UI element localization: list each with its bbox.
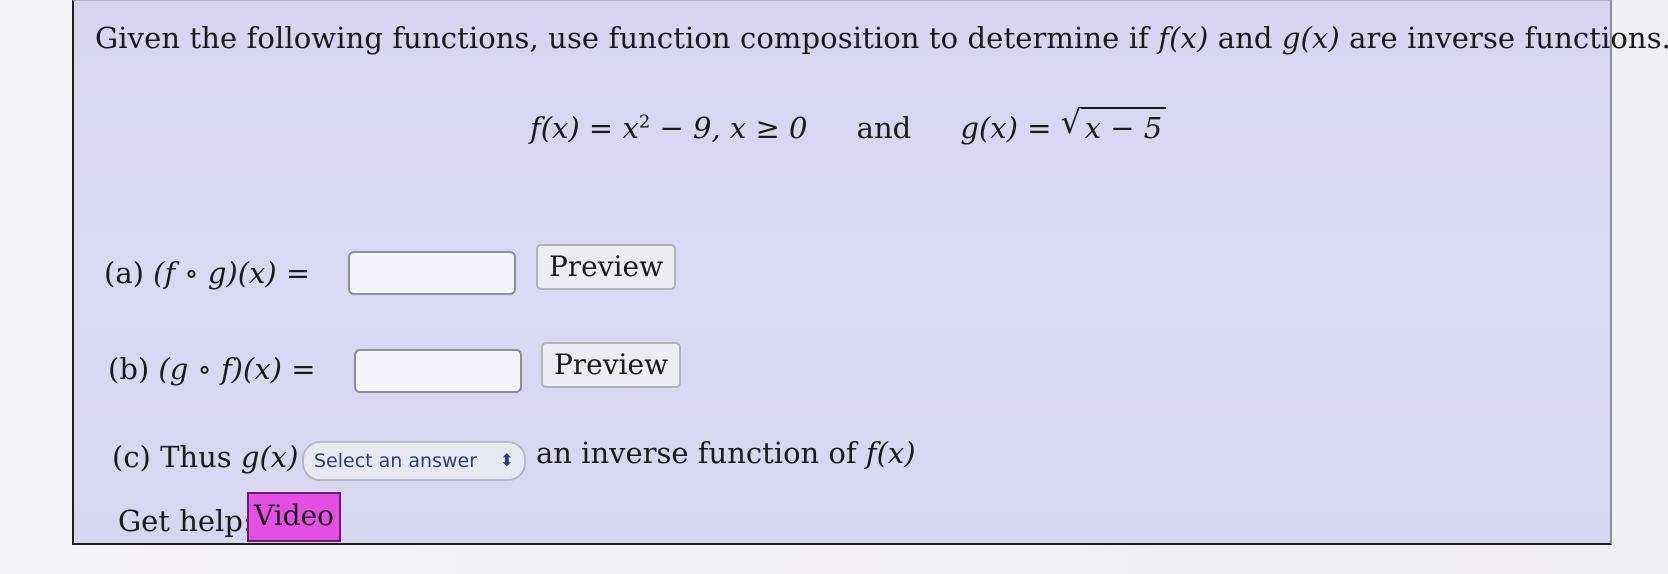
part-b-label: (b) (g ∘ f)(x) = [108, 352, 316, 386]
part-c-expr: g(x) [240, 440, 299, 474]
preview-button-b[interactable]: Preview [541, 342, 681, 388]
part-a-prefix: (a) [104, 256, 154, 290]
part-c-after-text: an inverse function of [536, 436, 866, 470]
page: Given the following functions, use funct… [0, 0, 1668, 574]
f-definition-rest: − 9, x ≥ 0 [650, 111, 808, 145]
g-radicand: x − 5 [1080, 107, 1167, 145]
square-root: √ x − 5 [1061, 103, 1167, 145]
video-help-button[interactable]: Video [247, 492, 341, 542]
and-word: and [856, 111, 912, 145]
part-c-prefix: (c) Thus [112, 440, 241, 474]
question-text-part: Given the following functions, use funct… [95, 21, 1159, 55]
select-value: Select an answer [314, 450, 478, 472]
part-c-after: an inverse function of f(x) [536, 436, 916, 470]
g-definition: g(x) = [960, 111, 1061, 145]
question-text-part: and [1208, 21, 1282, 55]
f-exponent: 2 [638, 111, 651, 133]
part-b-expr: (g ∘ f)(x) [158, 352, 282, 386]
answer-input-a[interactable] [348, 251, 516, 295]
question-text-part: are inverse functions. [1339, 21, 1668, 55]
part-a-equals: = [276, 256, 311, 290]
get-help-label: Get help: [118, 504, 253, 538]
f-definition: f(x) = x [530, 111, 639, 145]
function-definitions: f(x) = x2 − 9, x ≥ 0 and g(x) = √ x − 5 [530, 103, 1167, 145]
part-a-label: (a) (f ∘ g)(x) = [104, 256, 310, 290]
answer-input-b[interactable] [354, 349, 522, 393]
part-a-expr: (f ∘ g)(x) [153, 256, 277, 290]
part-b-equals: = [281, 352, 316, 386]
chevron-updown-icon: ⬍ [499, 451, 514, 471]
answer-select-c[interactable]: Select an answer ⬍ [302, 441, 526, 481]
g-of-x: g(x) [1281, 21, 1340, 55]
radical-sign-icon: √ [1060, 103, 1082, 141]
preview-button-a[interactable]: Preview [536, 244, 676, 290]
f-of-x: f(x) [1158, 21, 1209, 55]
question-text: Given the following functions, use funct… [95, 21, 1668, 55]
part-c-label: (c) Thus g(x) [112, 440, 298, 474]
part-c-after-expr: f(x) [865, 436, 916, 470]
part-b-prefix: (b) [108, 352, 159, 386]
